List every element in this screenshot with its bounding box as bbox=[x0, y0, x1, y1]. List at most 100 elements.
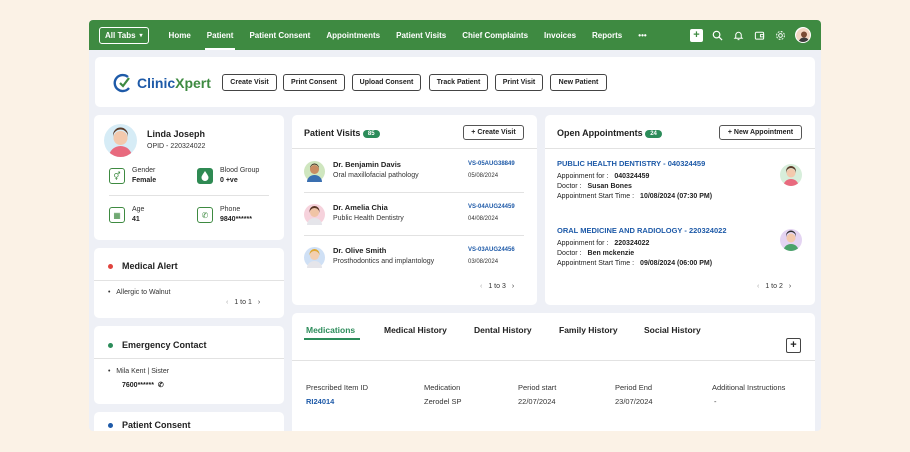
appointment-start: Appointment Start Time :10/08/2024 (07:3… bbox=[557, 193, 713, 200]
emergency-contact-name: • Mila Kent | Sister bbox=[108, 368, 170, 375]
divider bbox=[292, 360, 815, 361]
nav-patient-visits[interactable]: Patient Visits bbox=[388, 20, 454, 50]
doctor-name: Dr. Amelia Chia bbox=[333, 203, 388, 212]
phone-label: Phone bbox=[220, 206, 241, 213]
brand-name: ClinicXpert bbox=[137, 75, 211, 91]
visit-item[interactable]: Dr. Amelia Chia Public Health Dentistry … bbox=[304, 198, 522, 234]
age-label: Age bbox=[132, 206, 145, 213]
add-record-button[interactable]: + bbox=[786, 338, 801, 353]
print-consent-button[interactable]: Print Consent bbox=[283, 74, 345, 91]
visit-date: 05/08/2024 bbox=[468, 173, 499, 179]
additional-instructions-cell: - bbox=[714, 397, 717, 406]
new-appointment-button[interactable]: + New Appointment bbox=[719, 125, 802, 140]
blood-group-label: Blood Group bbox=[220, 167, 260, 174]
chevron-left-icon[interactable]: ‹ bbox=[480, 283, 482, 290]
chevron-left-icon[interactable]: ‹ bbox=[757, 283, 759, 290]
upload-consent-button[interactable]: Upload Consent bbox=[352, 74, 421, 91]
col-header-prescribed-item-id: Prescribed Item ID bbox=[306, 383, 369, 392]
appointments-pager[interactable]: ‹ 1 to 2 › bbox=[757, 283, 791, 290]
clinicxpert-logo-icon bbox=[113, 73, 130, 93]
nav-icons: + bbox=[690, 20, 811, 50]
create-visit-button[interactable]: + Create Visit bbox=[463, 125, 524, 140]
nav-reports[interactable]: Reports bbox=[584, 20, 630, 50]
doctor-name: Dr. Benjamin Davis bbox=[333, 160, 401, 169]
all-tabs-label: All Tabs bbox=[105, 30, 136, 40]
visit-item[interactable]: Dr. Olive Smith Prosthodontics and impla… bbox=[304, 241, 522, 277]
visit-item[interactable]: Dr. Benjamin Davis Oral maxillofacial pa… bbox=[304, 155, 522, 191]
nav-home[interactable]: Home bbox=[161, 20, 199, 50]
appointment-title-link[interactable]: ORAL MEDICINE AND RADIOLOGY - 220324022 bbox=[557, 226, 797, 235]
patient-avatar bbox=[104, 124, 137, 157]
patient-avatar bbox=[780, 164, 802, 186]
appointment-item[interactable]: PUBLIC HEALTH DENTISTRY - 040324459 Appo… bbox=[557, 159, 797, 200]
blood-group-value: 0 +ve bbox=[220, 177, 238, 184]
chevron-right-icon[interactable]: › bbox=[512, 283, 514, 290]
nav-more-icon[interactable]: ••• bbox=[630, 20, 654, 50]
contact-dot-icon bbox=[108, 343, 113, 349]
col-header-medication: Medication bbox=[424, 383, 461, 392]
patient-profile-card: Linda Joseph OPID - 220324022 ⚥ Gender F… bbox=[94, 115, 284, 240]
create-visit-button[interactable]: Create Visit bbox=[222, 74, 277, 91]
patient-name: Linda Joseph bbox=[147, 129, 206, 139]
tab-medical-history[interactable]: Medical History bbox=[384, 325, 447, 335]
col-header-period-end: Period End bbox=[615, 383, 653, 392]
gender-value: Female bbox=[132, 177, 157, 184]
search-icon[interactable] bbox=[711, 29, 724, 42]
doctor-avatar bbox=[304, 247, 325, 268]
appointment-title-link[interactable]: PUBLIC HEALTH DENTISTRY - 040324459 bbox=[557, 159, 797, 168]
alert-pager[interactable]: ‹ 1 to 1 › bbox=[226, 299, 260, 306]
period-start-cell: 22/07/2024 bbox=[518, 397, 556, 406]
visit-id-link[interactable]: VS-04AUG24459 bbox=[468, 204, 515, 210]
all-tabs-dropdown[interactable]: All Tabs ▾ bbox=[99, 26, 149, 44]
medication-cell: Zerodel SP bbox=[424, 397, 462, 406]
wallet-icon[interactable] bbox=[753, 29, 766, 42]
app-window: All Tabs ▾ Home Patient Patient Consent … bbox=[89, 20, 821, 431]
user-avatar[interactable] bbox=[795, 27, 811, 43]
nav-patient[interactable]: Patient bbox=[199, 20, 242, 50]
chevron-left-icon[interactable]: ‹ bbox=[226, 299, 228, 306]
gender-icon: ⚥ bbox=[109, 168, 125, 184]
visits-pager[interactable]: ‹ 1 to 3 › bbox=[480, 283, 514, 290]
appointment-doctor: Doctor : Susan Bones bbox=[557, 183, 632, 190]
emergency-contact-card: Emergency Contact • Mila Kent | Sister 7… bbox=[94, 326, 284, 404]
consent-dot-icon bbox=[108, 423, 113, 429]
track-patient-button[interactable]: Track Patient bbox=[429, 74, 488, 91]
print-visit-button[interactable]: Print Visit bbox=[495, 74, 543, 91]
emergency-contact-phone: 7600****** ✆ bbox=[122, 382, 164, 389]
visit-date: 03/08/2024 bbox=[468, 259, 499, 265]
phone-icon[interactable]: ✆ bbox=[158, 382, 164, 389]
visit-id-link[interactable]: VS-03AUG24456 bbox=[468, 247, 515, 253]
appointment-item[interactable]: ORAL MEDICINE AND RADIOLOGY - 220324022 … bbox=[557, 226, 797, 267]
nav-chief-complaints[interactable]: Chief Complaints bbox=[454, 20, 536, 50]
nav-patient-consent[interactable]: Patient Consent bbox=[241, 20, 318, 50]
divider bbox=[109, 195, 269, 196]
tab-dental-history[interactable]: Dental History bbox=[474, 325, 532, 335]
tab-medications[interactable]: Medications bbox=[306, 325, 355, 335]
nav-invoices[interactable]: Invoices bbox=[536, 20, 584, 50]
chevron-right-icon[interactable]: › bbox=[789, 283, 791, 290]
emergency-contact-title: Emergency Contact bbox=[108, 340, 207, 350]
medical-records-card: Medications Medical History Dental Histo… bbox=[292, 313, 815, 431]
doctor-specialty: Oral maxillofacial pathology bbox=[333, 172, 419, 179]
nav-appointments[interactable]: Appointments bbox=[318, 20, 388, 50]
appointment-for: Appoinment for :040324459 bbox=[557, 173, 650, 180]
medical-alert-card: Medical Alert • Allergic to Walnut ‹ 1 t… bbox=[94, 248, 284, 318]
active-tab-underline bbox=[304, 338, 360, 340]
divider bbox=[304, 192, 524, 193]
add-icon[interactable]: + bbox=[690, 28, 703, 42]
tab-family-history[interactable]: Family History bbox=[559, 325, 618, 335]
gear-icon[interactable] bbox=[774, 29, 787, 42]
age-value: 41 bbox=[132, 216, 140, 223]
divider bbox=[292, 148, 537, 149]
col-header-additional-instructions: Additional Instructions bbox=[712, 383, 786, 392]
calendar-icon: ▦ bbox=[109, 207, 125, 223]
visit-id-link[interactable]: VS-05AUG38849 bbox=[468, 161, 515, 167]
appointment-doctor: Doctor : Ben mckenzie bbox=[557, 250, 635, 257]
prescribed-item-id-link[interactable]: RI24014 bbox=[306, 397, 334, 406]
divider bbox=[304, 235, 524, 236]
chevron-right-icon[interactable]: › bbox=[258, 299, 260, 306]
new-patient-button[interactable]: New Patient bbox=[550, 74, 607, 91]
patient-consent-card: Patient Consent bbox=[94, 412, 284, 431]
bell-icon[interactable] bbox=[732, 29, 745, 42]
tab-social-history[interactable]: Social History bbox=[644, 325, 701, 335]
